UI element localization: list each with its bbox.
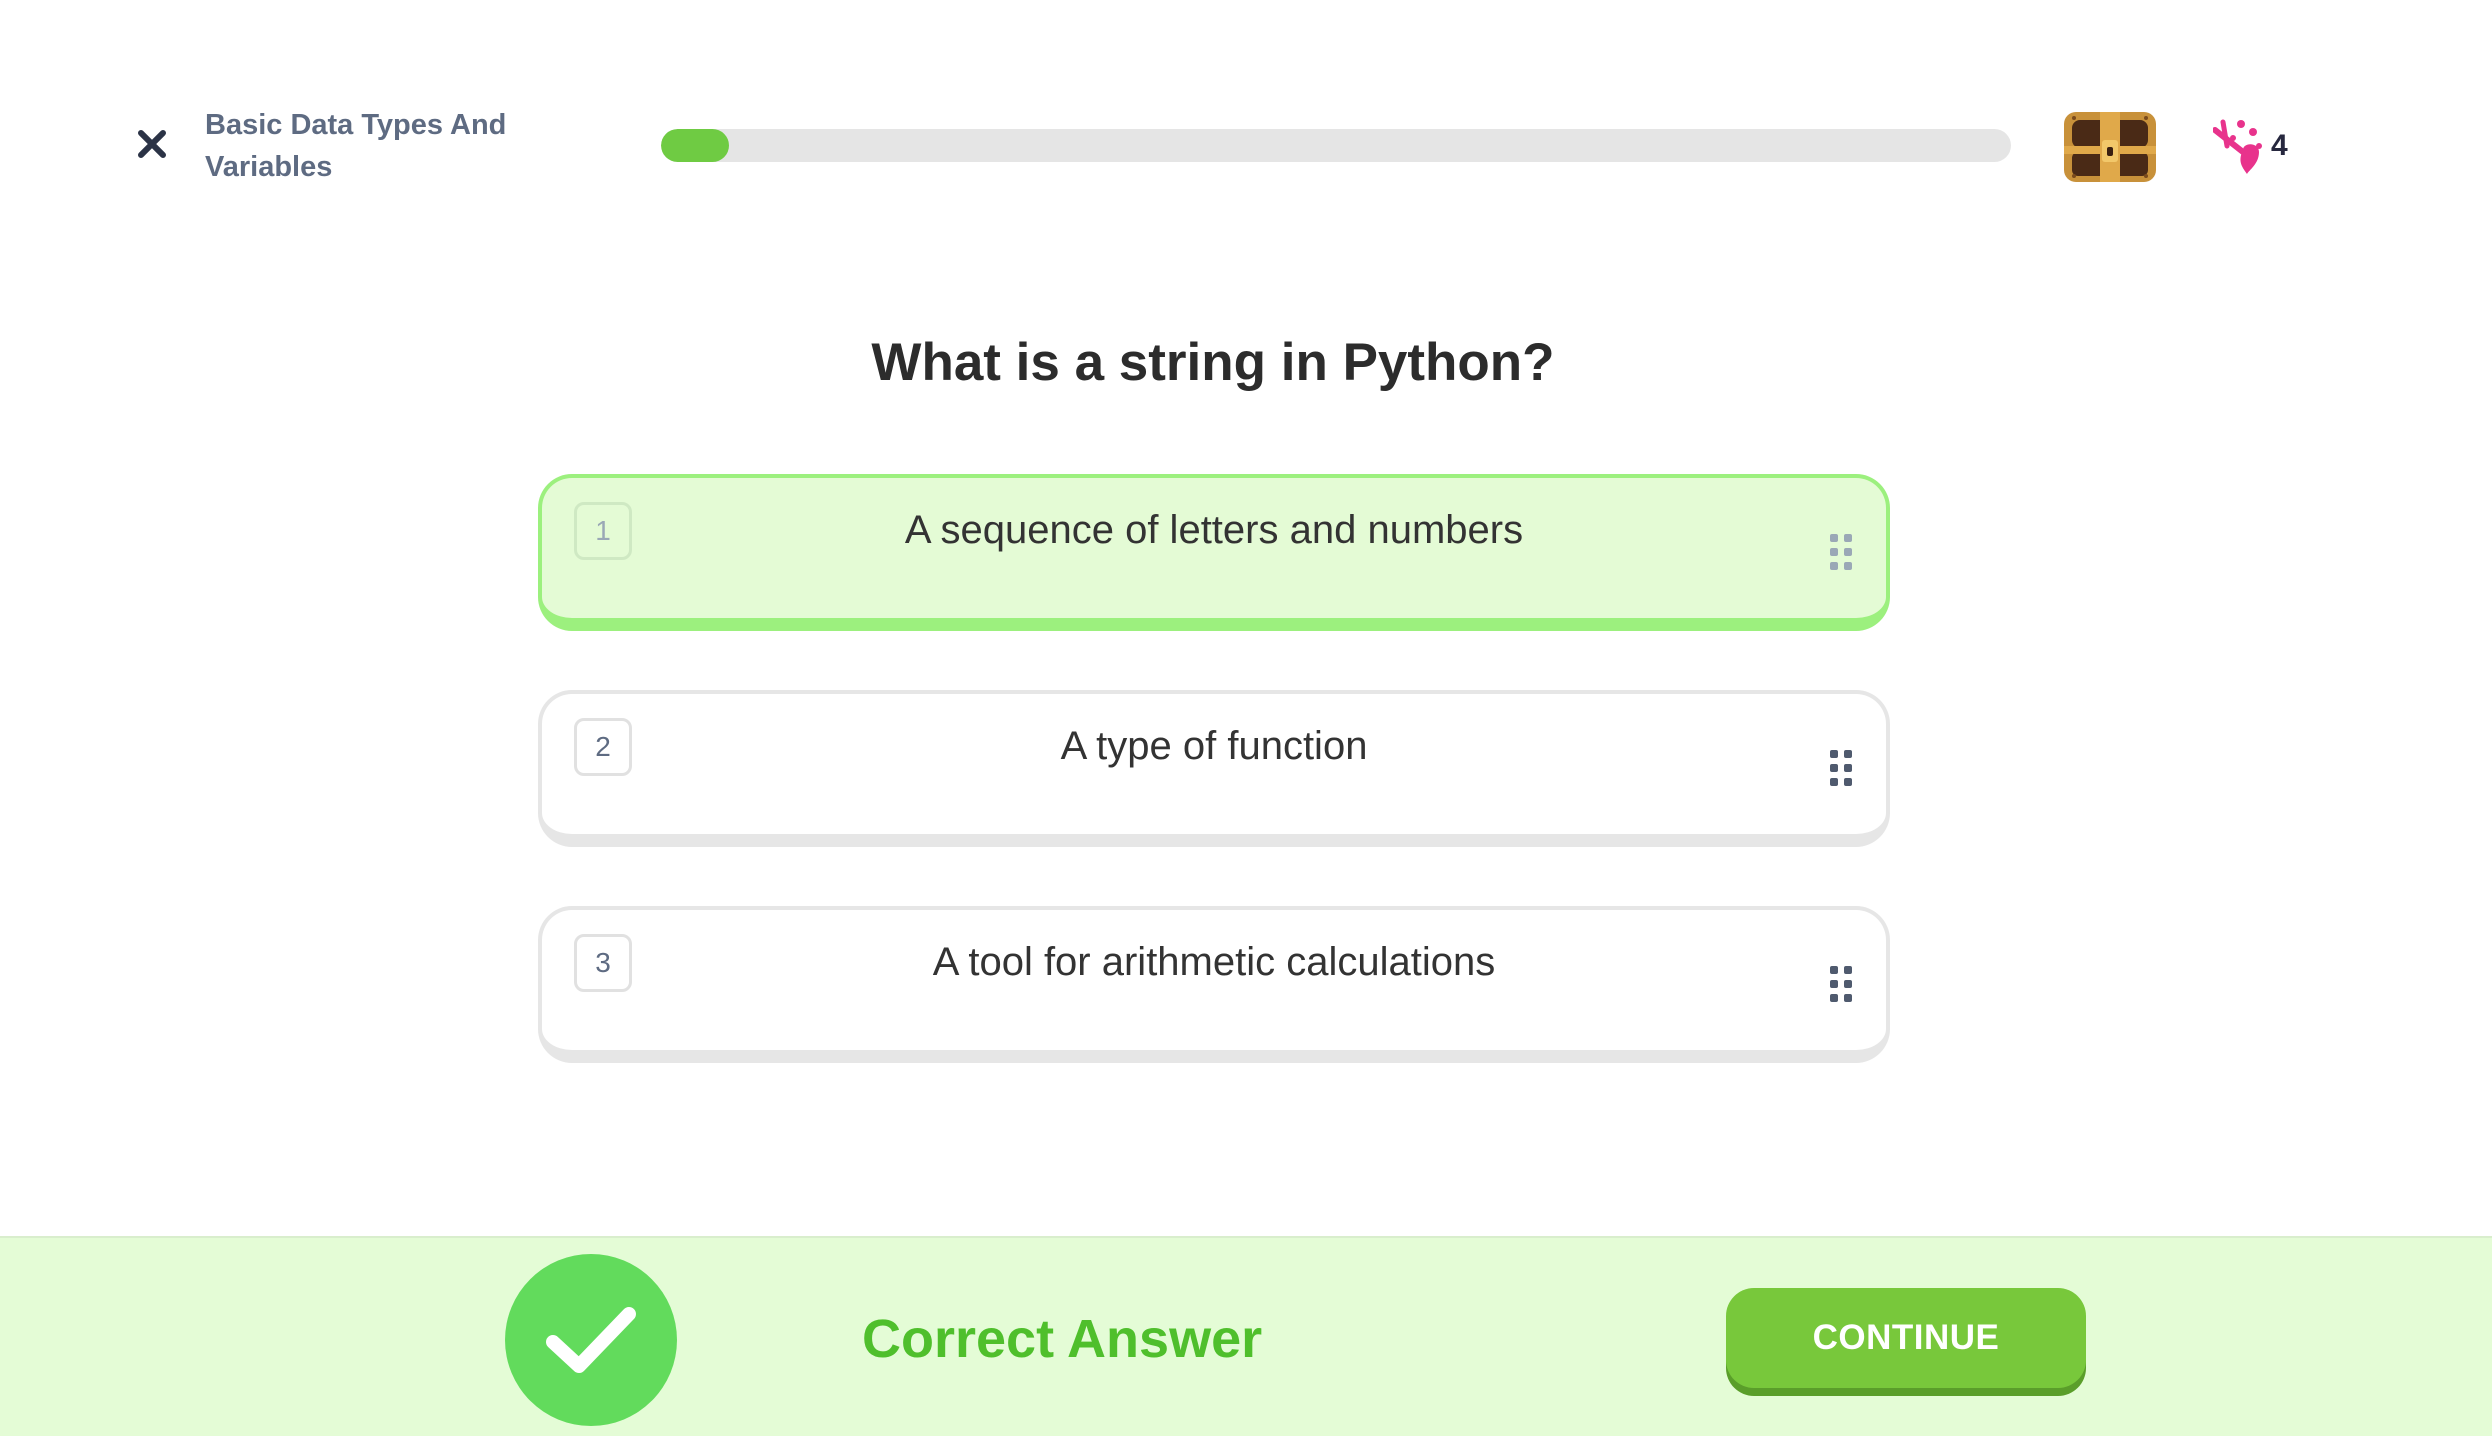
progress-fill — [661, 129, 729, 162]
progress-bar — [661, 129, 2011, 162]
drag-handle-icon[interactable] — [1830, 966, 1854, 1002]
answer-option-2[interactable]: 2 A type of function — [538, 690, 1890, 847]
checkmark-icon — [505, 1254, 677, 1426]
treasure-chest-icon[interactable] — [2060, 102, 2160, 186]
option-text: A tool for arithmetic calculations — [932, 940, 1496, 984]
answer-option-1[interactable]: 1 A sequence of letters and numbers — [538, 474, 1890, 631]
option-text: A type of function — [1060, 724, 1368, 768]
quiz-page: Basic Data Types And Variables 4 What is… — [0, 0, 2492, 1436]
option-text: A sequence of letters and numbers — [904, 508, 1524, 552]
feedback-bar: Correct Answer CONTINUE — [0, 1236, 2492, 1436]
lesson-title: Basic Data Types And Variables — [205, 109, 507, 183]
close-button[interactable] — [128, 120, 176, 168]
close-icon — [138, 130, 166, 158]
drag-handle-icon[interactable] — [1830, 534, 1854, 570]
continue-button[interactable]: CONTINUE — [1726, 1288, 2086, 1388]
streak-counter: 4 — [2213, 112, 2288, 180]
drag-handle-icon[interactable] — [1830, 750, 1854, 786]
pink-sparkle-icon — [2213, 119, 2262, 174]
question-text: What is a string in Python? — [871, 333, 1555, 392]
streak-count: 4 — [2271, 129, 2288, 162]
result-text: Correct Answer — [862, 1309, 1263, 1369]
answer-option-3[interactable]: 3 A tool for arithmetic calculations — [538, 906, 1890, 1063]
